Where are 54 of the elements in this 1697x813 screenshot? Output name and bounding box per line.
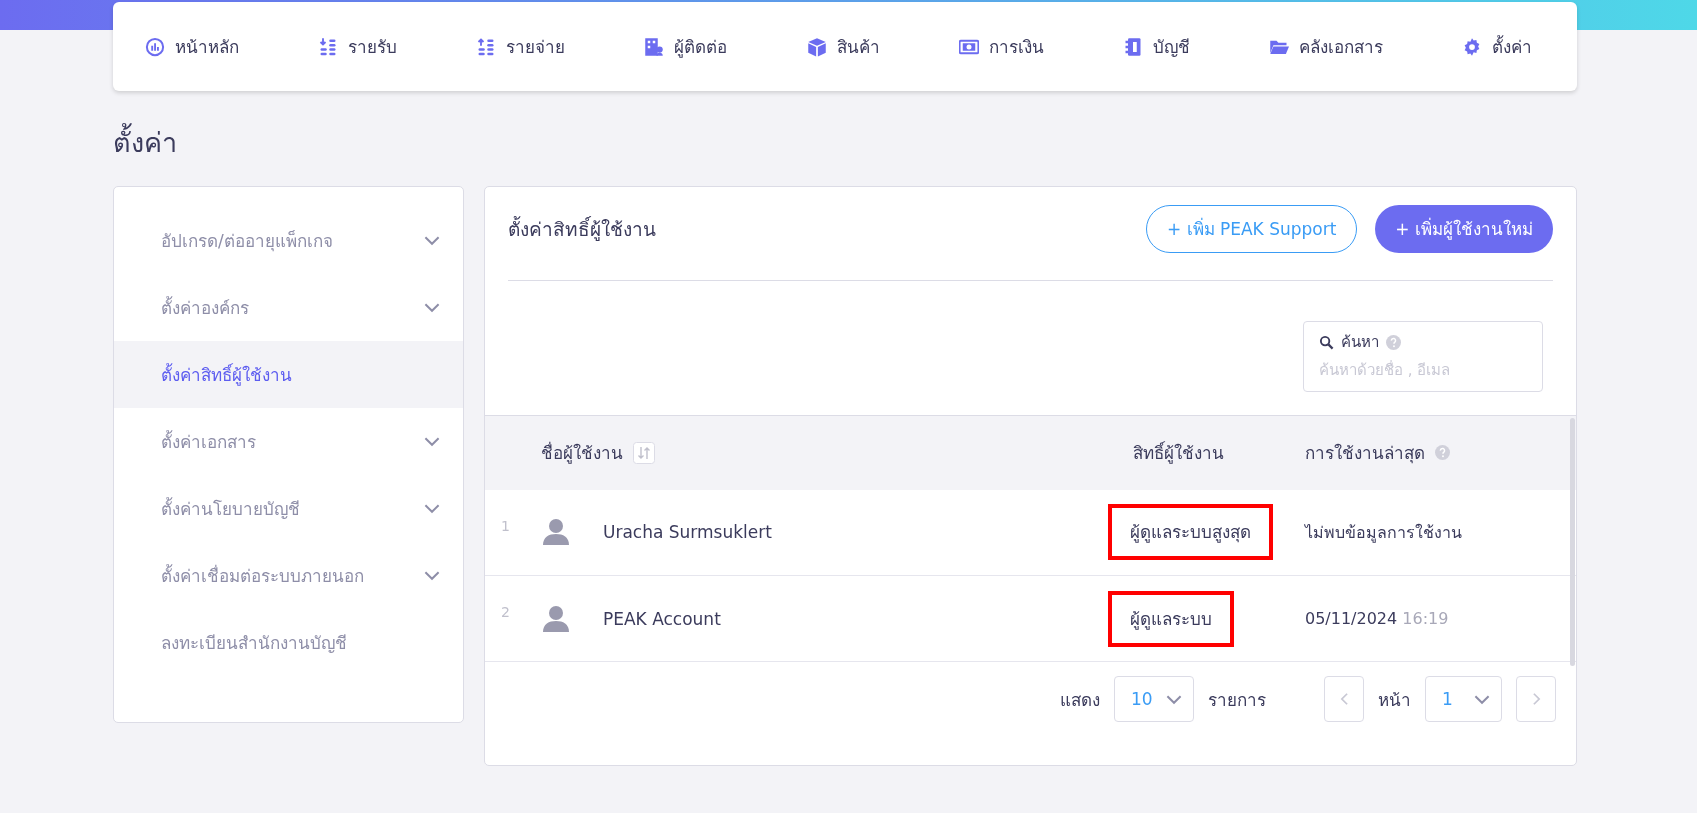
last-used-date: 05/11/2024 bbox=[1305, 609, 1398, 628]
nav-icon bbox=[1462, 36, 1482, 57]
page-select[interactable]: 1 bbox=[1425, 676, 1502, 722]
sort-icon[interactable] bbox=[633, 441, 655, 464]
chevron-left-icon bbox=[1339, 692, 1349, 706]
nav-icon bbox=[644, 36, 665, 57]
chevron-right-icon bbox=[1531, 692, 1541, 706]
sidebar-item[interactable]: อัปเกรด/ต่ออายุแพ็กเกจ bbox=[114, 207, 463, 274]
sidebar-item[interactable]: ลงทะเบียนสำนักงานบัญชี bbox=[114, 609, 463, 676]
nav-item[interactable]: รายรับ bbox=[318, 33, 398, 60]
nav-item[interactable]: ผู้ติดต่อ bbox=[644, 33, 728, 60]
next-page-button[interactable] bbox=[1516, 676, 1556, 722]
nav-item[interactable]: บัญชี bbox=[1122, 33, 1190, 60]
page-title: ตั้งค่า bbox=[113, 121, 1577, 164]
panel-title: ตั้งค่าสิทธิ์ผู้ใช้งาน bbox=[508, 215, 656, 243]
nav-item[interactable]: รายจ่าย bbox=[476, 33, 566, 60]
page-label: หน้า bbox=[1378, 688, 1411, 712]
chevron-down-icon bbox=[1473, 693, 1491, 705]
items-label: รายการ bbox=[1208, 688, 1266, 712]
column-header: การใช้งานล่าสุด bbox=[1305, 442, 1425, 466]
row-number: 2 bbox=[501, 604, 510, 620]
nav-item[interactable]: การเงิน bbox=[958, 33, 1044, 60]
nav-item[interactable]: คลังเอกสาร bbox=[1268, 33, 1383, 60]
user-avatar-icon bbox=[541, 603, 571, 634]
sidebar-item[interactable]: ตั้งค่านโยบายบัญชี bbox=[114, 475, 463, 542]
sidebar-item[interactable]: ตั้งค่าสิทธิ์ผู้ใช้งาน bbox=[114, 341, 463, 408]
page-size-select[interactable]: 10 bbox=[1114, 676, 1194, 722]
nav-item[interactable]: สินค้า bbox=[806, 33, 880, 60]
last-used-time: 16:19 bbox=[1402, 609, 1449, 628]
sidebar-item[interactable]: ตั้งค่าเอกสาร bbox=[114, 408, 463, 475]
user-role: ผู้ดูแลระบบสูงสุด bbox=[1108, 504, 1273, 561]
previous-page-button[interactable] bbox=[1324, 676, 1364, 722]
user-name: Uracha Surmsuklert bbox=[603, 522, 772, 543]
add-button[interactable]: + เพิ่มผู้ใช้งานใหม่ bbox=[1375, 204, 1553, 253]
nav-item[interactable]: ตั้งค่า bbox=[1462, 33, 1532, 60]
nav-icon bbox=[806, 36, 827, 57]
column-header: ชื่อผู้ใช้งาน bbox=[541, 440, 623, 466]
help-icon bbox=[1386, 334, 1401, 350]
chevron-down-icon bbox=[1165, 693, 1183, 705]
nav-item[interactable]: หน้าหลัก bbox=[145, 33, 239, 60]
search-label: ค้นหา bbox=[1341, 332, 1379, 353]
add-button[interactable]: + เพิ่ม PEAK Support bbox=[1145, 204, 1358, 253]
last-used-date: ไม่พบข้อมูลการใช้งาน bbox=[1305, 522, 1462, 542]
user-name: PEAK Account bbox=[603, 608, 721, 629]
row-number: 1 bbox=[501, 517, 510, 534]
column-header: สิทธิ์ผู้ใช้งาน bbox=[1133, 443, 1224, 464]
sidebar-item[interactable]: ตั้งค่าองค์กร bbox=[114, 274, 463, 341]
user-avatar-icon bbox=[541, 517, 571, 548]
sidebar-item[interactable]: ตั้งค่าเชื่อมต่อระบบภายนอก bbox=[114, 542, 463, 609]
user-role: ผู้ดูแลระบบ bbox=[1108, 590, 1234, 647]
search-icon bbox=[1319, 334, 1334, 350]
help-icon bbox=[1435, 445, 1450, 461]
show-label: แสดง bbox=[1060, 688, 1100, 712]
nav-icon bbox=[145, 36, 165, 57]
